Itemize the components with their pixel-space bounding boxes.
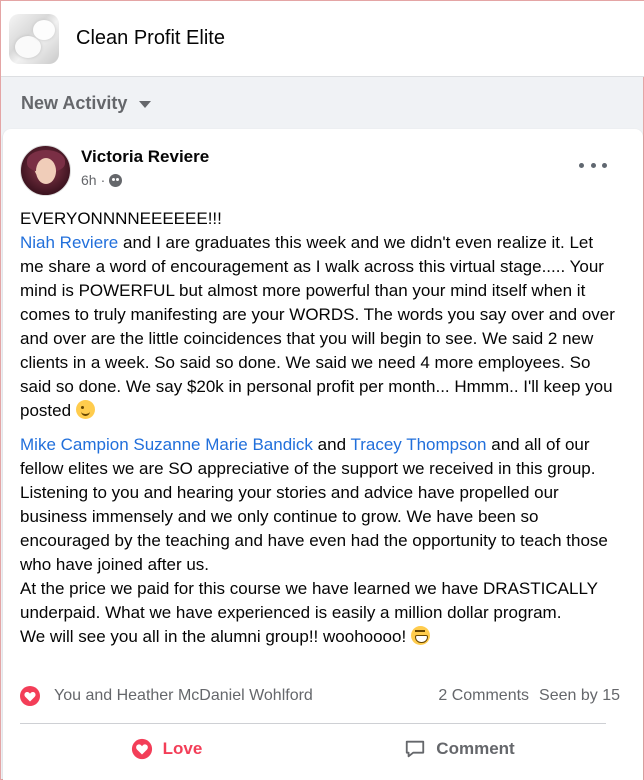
feed-filter-label: New Activity — [21, 93, 128, 113]
heart-icon — [131, 738, 152, 760]
love-button[interactable]: Love — [20, 729, 313, 769]
reaction-stats: You and Heather McDaniel Wohlford 2 Comm… — [20, 681, 620, 711]
mention-link[interactable]: Niah Reviere — [20, 233, 118, 252]
meta-separator: · — [100, 172, 106, 188]
post-paragraph-2: Mike Campion Suzanne Marie Bandick and T… — [20, 433, 620, 649]
post-body: EVERYONNNNEEEEEE!!! Niah Reviere and I a… — [20, 207, 620, 659]
heart-reaction-icon[interactable] — [20, 686, 40, 706]
comment-button[interactable]: Comment — [313, 729, 606, 769]
group-name[interactable]: Clean Profit Elite — [76, 27, 225, 50]
love-label: Love — [162, 739, 203, 758]
more-dot-icon — [590, 162, 596, 168]
mention-link[interactable]: Tracey Thompson — [350, 435, 486, 454]
mention-link[interactable]: Mike Campion — [20, 435, 129, 454]
post-paragraph-1: EVERYONNNNEEEEEE!!! Niah Reviere and I a… — [20, 207, 620, 423]
group-members-icon — [109, 173, 123, 187]
post-text: We will see you all in the alumni group!… — [20, 627, 411, 646]
seen-by-count[interactable]: Seen by 15 — [539, 687, 620, 705]
winking-face-emoji-icon — [75, 400, 95, 419]
comment-label: Comment — [436, 739, 515, 758]
post-time[interactable]: 6h — [81, 172, 97, 188]
grinning-face-emoji-icon — [410, 626, 430, 645]
group-logo[interactable] — [9, 14, 59, 64]
comment-bubble-icon — [406, 740, 425, 758]
author-avatar[interactable] — [20, 145, 71, 196]
post-text: and all of our fellow elites we are SO a… — [20, 435, 608, 574]
mention-link[interactable]: Suzanne Marie Bandick — [133, 435, 313, 454]
post-meta: 6h · — [81, 172, 123, 188]
post-text: and I are graduates this week and we did… — [20, 233, 615, 420]
comments-count[interactable]: 2 Comments — [438, 687, 529, 705]
more-dot-icon — [579, 162, 584, 168]
post-text: and — [312, 435, 351, 454]
more-dot-icon — [602, 162, 607, 168]
post-card: Victoria Reviere 6h · EVERYONNNNEEEEEE!!… — [3, 129, 643, 780]
divider — [20, 723, 606, 724]
post-actions: Love Comment — [20, 729, 606, 769]
group-header: Clean Profit Elite — [1, 1, 644, 77]
caret-down-icon — [139, 101, 152, 108]
reactors-text[interactable]: You and Heather McDaniel Wohlford — [54, 687, 438, 705]
author-name[interactable]: Victoria Reviere — [81, 147, 209, 167]
post-text: At the price we paid for this course we … — [20, 579, 598, 622]
post-opening-line: EVERYONNNNEEEEEE!!! — [20, 209, 222, 228]
more-options-button[interactable] — [579, 155, 607, 175]
feed-filter-dropdown[interactable]: New Activity — [21, 93, 152, 114]
